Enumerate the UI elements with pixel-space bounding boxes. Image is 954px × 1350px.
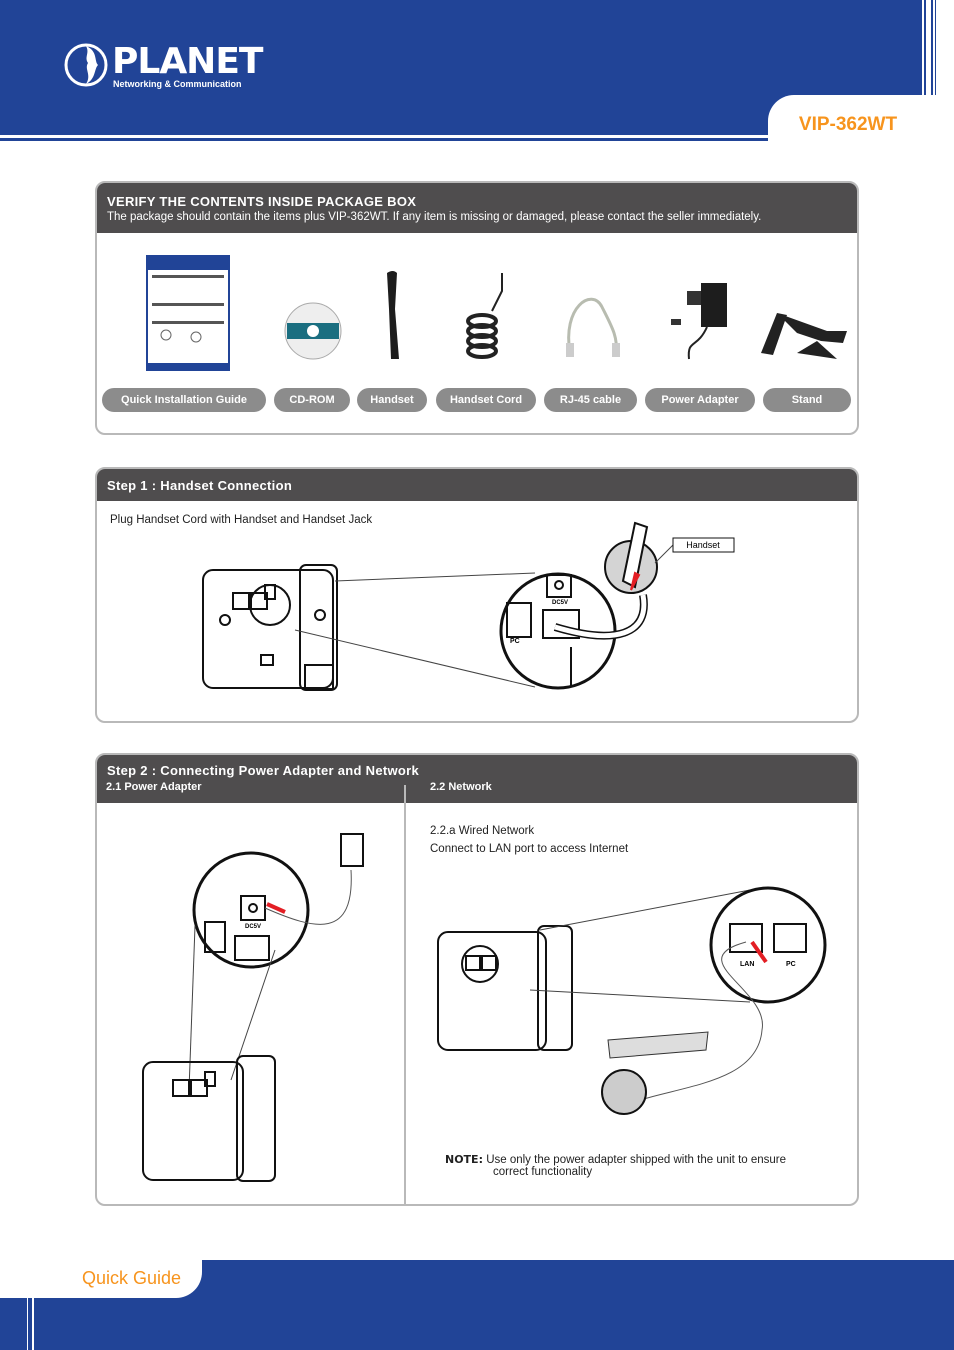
- wired-network-title: 2.2.a Wired Network: [430, 825, 535, 837]
- handset-cord-image: [466, 273, 503, 359]
- power-adapter-diagram: DC5V: [142, 833, 364, 1182]
- network-subtitle: 2.2 Network: [430, 781, 492, 793]
- cd-rom-image: [284, 302, 342, 360]
- network-switch-image: [607, 1031, 709, 1059]
- handset-callout: Handset: [686, 540, 720, 550]
- wired-network-text: Connect to LAN port to access Internet: [430, 843, 629, 855]
- quick-guide-image: [146, 255, 230, 371]
- panel-title: Step 2 : Connecting Power Adapter and Ne…: [107, 763, 420, 778]
- divider: [935, 0, 936, 95]
- lan-port-label: LAN: [740, 961, 754, 968]
- planet-logo: PLANET Networking & Communication: [64, 41, 263, 92]
- handset-image: [387, 271, 399, 359]
- rj45-cable-image: [566, 297, 620, 357]
- panel-header: Step 2 : Connecting Power Adapter and Ne…: [97, 755, 857, 803]
- item-rj45-cable: RJ-45 cable: [544, 388, 637, 412]
- stand-image: [761, 313, 847, 359]
- divider: [0, 138, 768, 141]
- item-handset-cord: Handset Cord: [436, 388, 536, 412]
- item-power-adapter: Power Adapter: [645, 388, 755, 412]
- handset-connection-diagram: DC5V PC Handset: [202, 521, 735, 691]
- panel-header: Step 1 : Handset Connection: [97, 469, 857, 501]
- pc-port-label: PC: [786, 961, 796, 968]
- quick-guide-label: Quick Guide: [82, 1268, 182, 1288]
- panel-subtitle: The package should contain the items plu…: [107, 211, 762, 223]
- model-name: VIP-362WT: [798, 114, 898, 135]
- divider: [924, 0, 926, 95]
- note-text: correct functionality: [493, 1166, 593, 1178]
- note-label: NOTE:: [445, 1153, 483, 1166]
- dc-port-label: DC5V: [552, 600, 568, 606]
- panel-title: VERIFY THE CONTENTS INSIDE PACKAGE BOX: [107, 194, 417, 209]
- item-handset: Handset: [357, 388, 427, 412]
- network-diagram: LAN PC: [437, 886, 827, 1115]
- note-text: Use only the power adapter shipped with …: [486, 1154, 787, 1166]
- panel-header: VERIFY THE CONTENTS INSIDE PACKAGE BOX T…: [97, 183, 857, 233]
- item-quick-installation-guide: Quick Installation Guide: [102, 388, 266, 412]
- power-adapter-image: [671, 283, 727, 360]
- power-adapter-subtitle: 2.1 Power Adapter: [106, 781, 202, 793]
- column-divider: [404, 785, 406, 1204]
- note: NOTE: Use only the power adapter shipped…: [445, 1153, 845, 1178]
- divider: [931, 0, 933, 95]
- item-stand: Stand: [763, 388, 851, 412]
- dc-port-label: DC5V: [245, 924, 261, 930]
- pc-port-label: PC: [510, 638, 520, 645]
- divider: [26, 1298, 38, 1350]
- panel-title: Step 1 : Handset Connection: [107, 478, 293, 493]
- item-cd-rom: CD-ROM: [274, 388, 350, 412]
- logo-face-icon: [64, 43, 108, 87]
